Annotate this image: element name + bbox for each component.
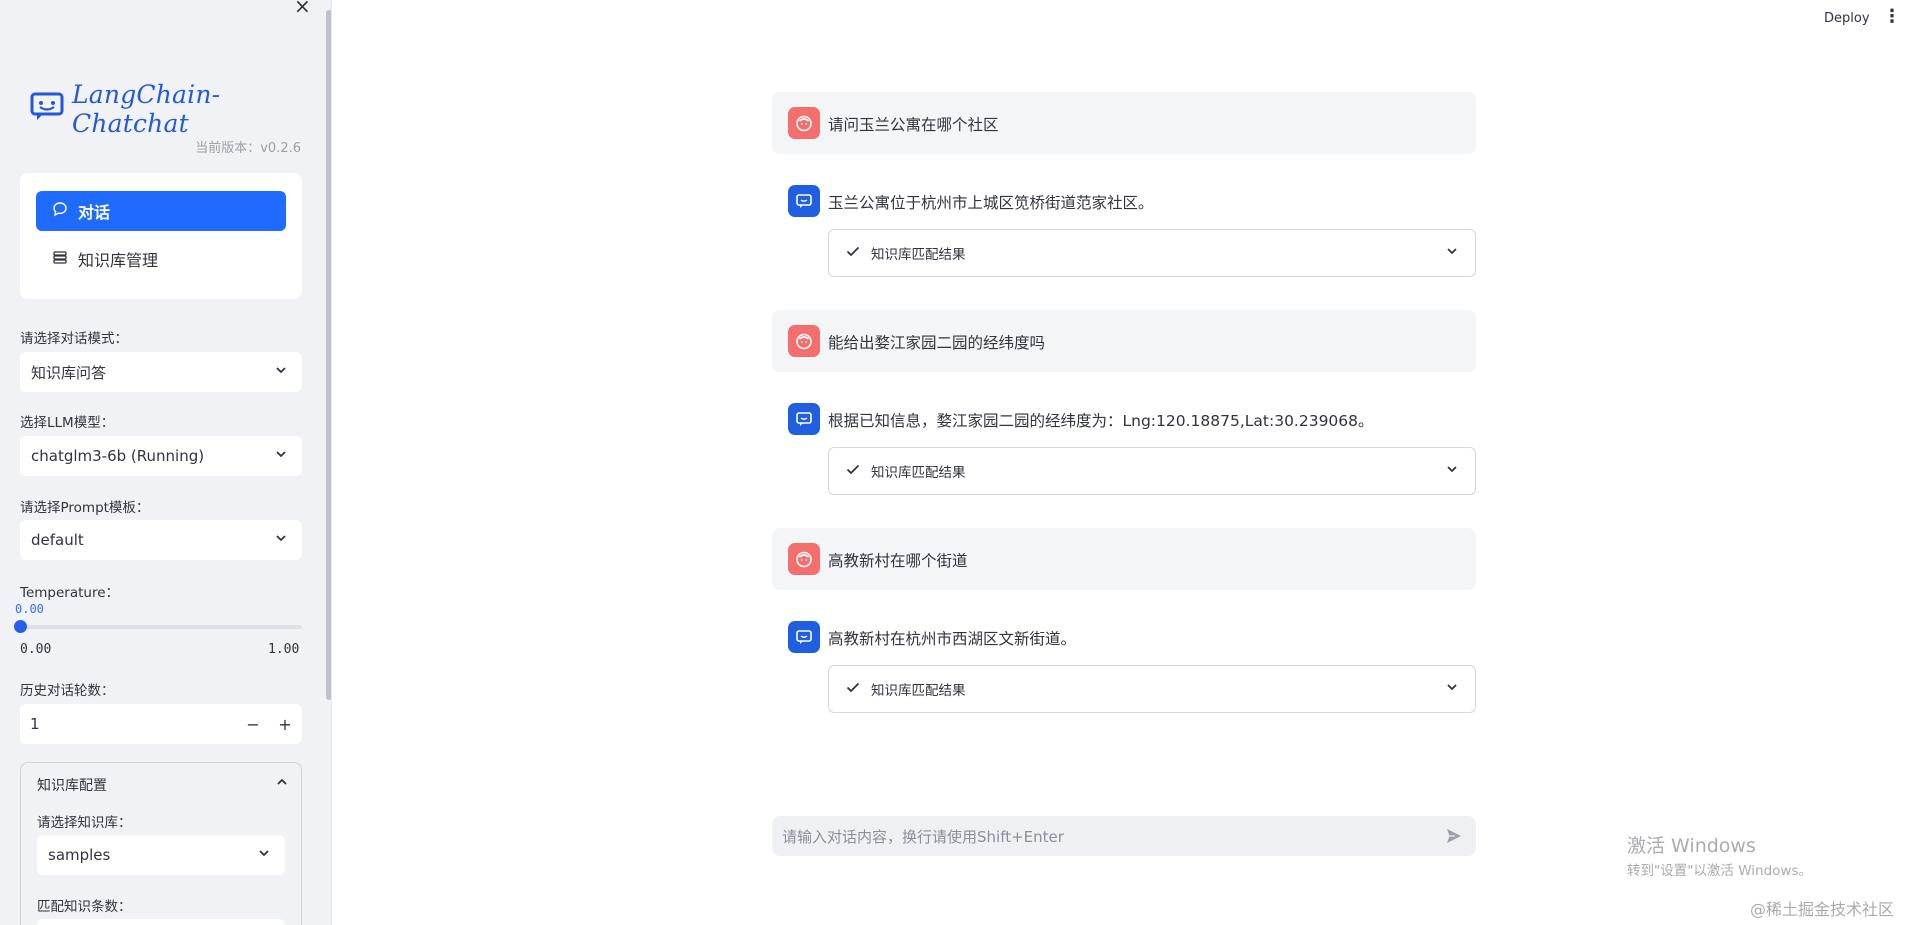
knowledge-base-config-panel: 知识库配置 请选择知识库： samples 匹配知识条数：	[20, 762, 302, 925]
temperature-slider-thumb[interactable]	[14, 620, 27, 633]
chevron-down-icon	[257, 846, 271, 864]
assistant-avatar-icon	[788, 621, 820, 653]
temperature-max: 1.00	[268, 642, 300, 657]
message-text: 高教新村在哪个街道	[828, 552, 968, 570]
chat-logo-icon	[30, 92, 64, 126]
message-text: 玉兰公寓位于杭州市上城区笕桥街道范家社区。	[828, 194, 1154, 212]
kb-results-expander[interactable]: 知识库匹配结果	[828, 447, 1476, 495]
check-icon	[845, 679, 861, 699]
history-decrement-button[interactable]: −	[240, 704, 266, 744]
kb-config-title: 知识库配置	[37, 778, 107, 794]
message-text: 能给出婺江家园二园的经纬度吗	[828, 334, 1046, 352]
select-value: default	[31, 531, 84, 549]
assistant-avatar-icon	[788, 185, 820, 217]
check-icon	[845, 243, 861, 263]
kb-match-count-input[interactable]	[37, 919, 285, 925]
kb-results-expander[interactable]: 知识库匹配结果	[828, 665, 1476, 713]
sidebar: × LangChain-Chatchat 当前版本：v0.2.6 对话 知识库管…	[0, 0, 332, 925]
llm-model-select[interactable]: chatglm3-6b (Running)	[20, 436, 302, 476]
menu-item-chat[interactable]: 对话	[36, 191, 286, 231]
prompt-template-label: 请选择Prompt模板：	[20, 500, 150, 516]
chat-input-placeholder: 请输入对话内容，换行请使用Shift+Enter	[782, 827, 1064, 846]
menu-item-knowledge-base[interactable]: 知识库管理	[36, 239, 286, 279]
kb-select[interactable]: samples	[37, 835, 285, 875]
user-avatar-icon	[788, 325, 820, 357]
history-rounds-value: 1	[30, 715, 40, 733]
temperature-min: 0.00	[20, 642, 52, 657]
message-text: 请问玉兰公寓在哪个社区	[828, 116, 999, 134]
message-text: 根据已知信息，婺江家园二园的经纬度为：Lng:120.18875,Lat:30.…	[828, 412, 1374, 430]
kb-select-label: 请选择知识库：	[37, 815, 132, 831]
llm-model-label: 选择LLM模型：	[20, 415, 115, 431]
chevron-down-icon	[1445, 462, 1459, 480]
chat-bubble-icon	[52, 201, 68, 221]
logo-text: LangChain-Chatchat	[72, 80, 221, 138]
expander-label: 知识库匹配结果	[871, 465, 966, 481]
menu-item-label: 知识库管理	[78, 251, 159, 270]
app-window: × LangChain-Chatchat 当前版本：v0.2.6 对话 知识库管…	[0, 0, 1917, 925]
main-menu-button[interactable]: ⋮	[1883, 8, 1901, 26]
windows-activation-title: 激活 Windows	[1627, 835, 1756, 857]
history-rounds-label: 历史对话轮数：	[20, 683, 115, 699]
temperature-slider-track[interactable]	[20, 625, 302, 629]
prompt-template-select[interactable]: default	[20, 520, 302, 560]
assistant-message: 玉兰公寓位于杭州市上城区笕桥街道范家社区。 知识库匹配结果	[772, 171, 1476, 281]
chevron-down-icon	[274, 447, 288, 465]
user-message: 高教新村在哪个街道	[772, 528, 1476, 590]
dialog-mode-label: 请选择对话模式：	[20, 331, 128, 347]
chat-input[interactable]: 请输入对话内容，换行请使用Shift+Enter	[772, 816, 1476, 856]
chevron-down-icon	[274, 363, 288, 381]
kb-results-expander[interactable]: 知识库匹配结果	[828, 229, 1476, 277]
temperature-current-value: 0.00	[15, 602, 44, 616]
user-avatar-icon	[788, 543, 820, 575]
expander-label: 知识库匹配结果	[871, 247, 966, 263]
logo: LangChain-Chatchat	[30, 80, 331, 138]
send-icon[interactable]	[1442, 824, 1466, 848]
user-message: 请问玉兰公寓在哪个社区	[772, 92, 1476, 154]
version-label: 当前版本：v0.2.6	[195, 141, 301, 156]
kb-match-count-label: 匹配知识条数：	[37, 899, 132, 915]
user-avatar-icon	[788, 107, 820, 139]
chevron-up-icon	[275, 775, 289, 795]
dialog-mode-select[interactable]: 知识库问答	[20, 352, 302, 392]
database-icon	[52, 249, 68, 269]
close-sidebar-button[interactable]: ×	[294, 0, 311, 18]
history-increment-button[interactable]: +	[272, 704, 298, 744]
menu-item-label: 对话	[78, 203, 111, 222]
select-value: chatglm3-6b (Running)	[31, 447, 205, 465]
watermark: @稀土掘金技术社区	[1750, 900, 1895, 919]
chevron-down-icon	[1445, 244, 1459, 262]
check-icon	[845, 461, 861, 481]
message-text: 高教新村在杭州市西湖区文新街道。	[828, 630, 1077, 648]
expander-label: 知识库匹配结果	[871, 683, 966, 699]
nav-menu: 对话 知识库管理	[20, 173, 302, 299]
select-value: 知识库问答	[31, 363, 107, 382]
user-message: 能给出婺江家园二园的经纬度吗	[772, 310, 1476, 372]
assistant-message: 根据已知信息，婺江家园二园的经纬度为：Lng:120.18875,Lat:30.…	[772, 389, 1476, 499]
windows-activation-subtitle: 转到"设置"以激活 Windows。	[1627, 863, 1812, 879]
deploy-button[interactable]: Deploy	[1824, 11, 1870, 26]
temperature-label: Temperature：	[20, 585, 120, 601]
select-value: samples	[48, 846, 111, 864]
assistant-message: 高教新村在杭州市西湖区文新街道。 知识库匹配结果	[772, 607, 1476, 717]
chevron-down-icon	[274, 531, 288, 549]
assistant-avatar-icon	[788, 403, 820, 435]
chevron-down-icon	[1445, 680, 1459, 698]
kb-config-expander-header[interactable]: 知识库配置	[37, 775, 289, 795]
